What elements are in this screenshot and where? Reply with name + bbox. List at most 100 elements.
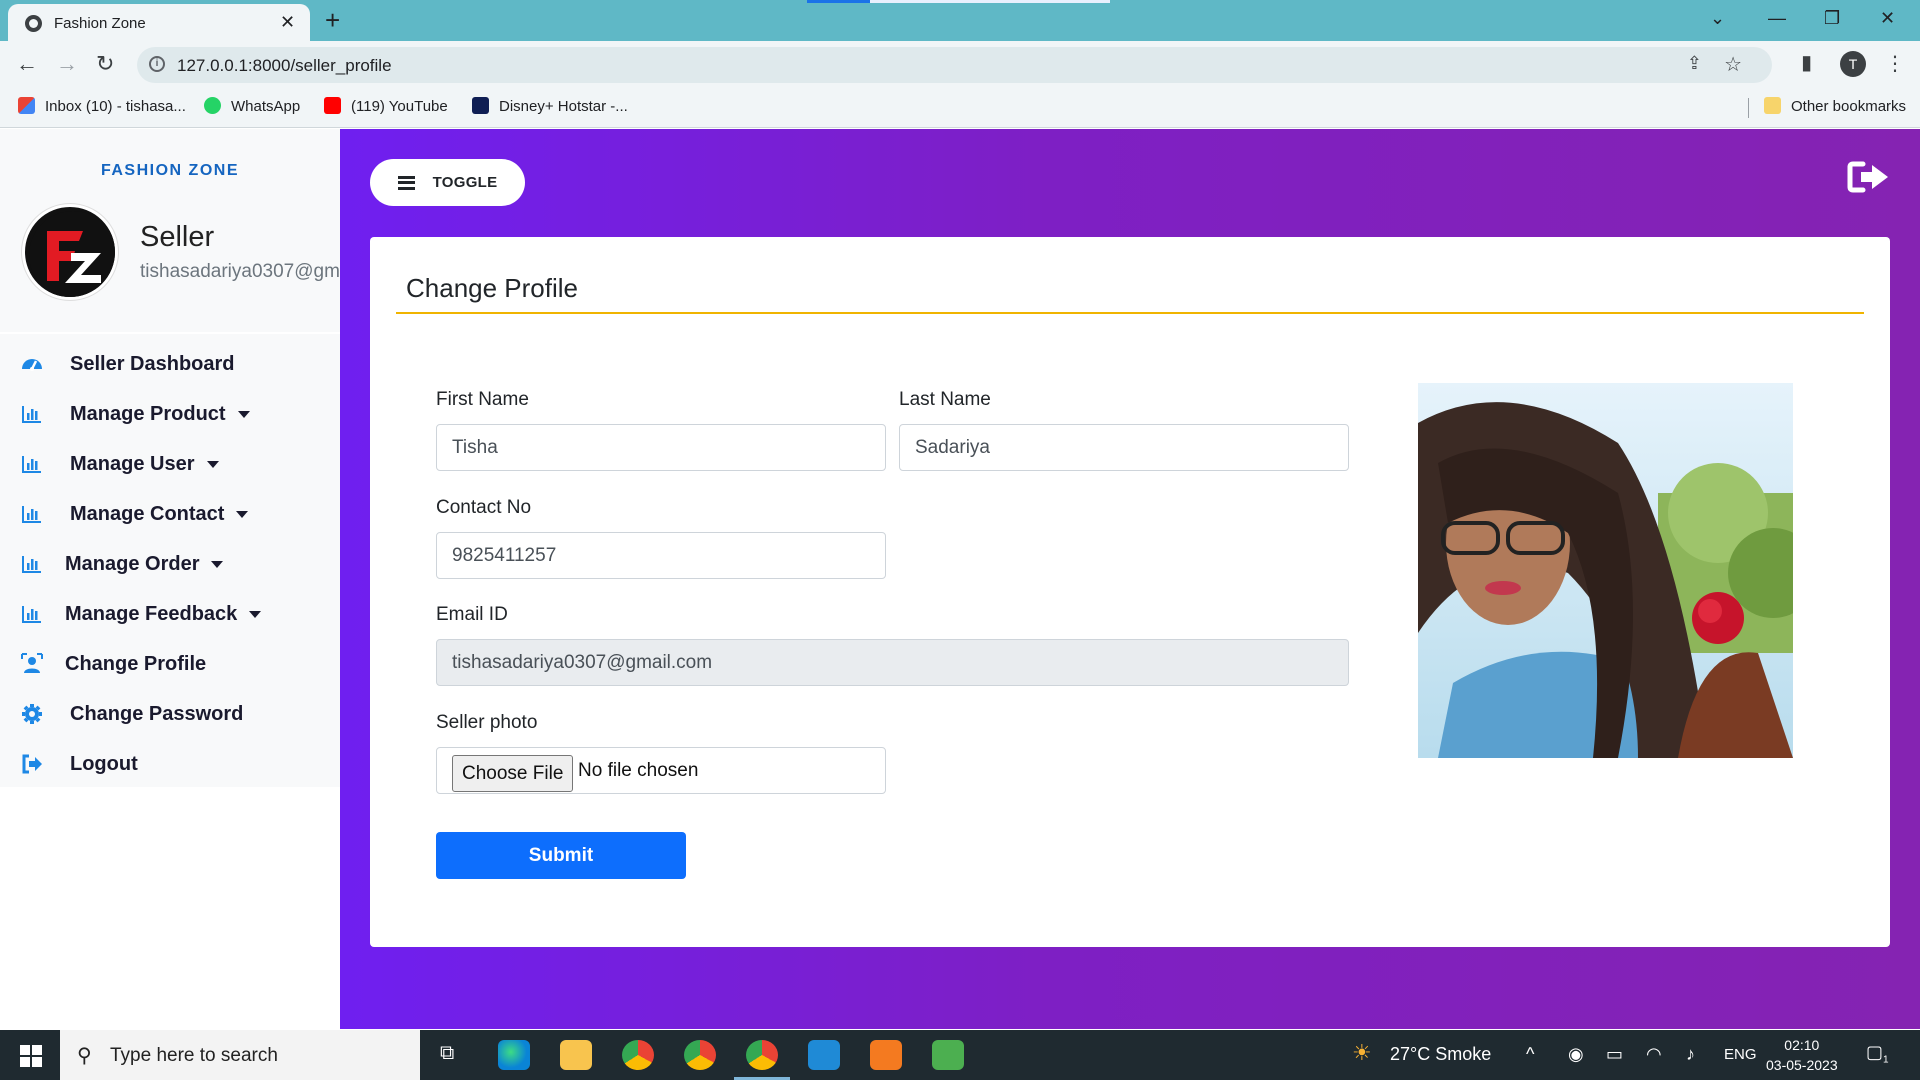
volume-icon[interactable]: ♪ xyxy=(1686,1044,1695,1065)
photo-label: Seller photo xyxy=(436,712,538,733)
file-status: No file chosen xyxy=(578,760,699,781)
site-info-icon[interactable]: i xyxy=(149,56,165,72)
loading-indicator xyxy=(807,0,870,3)
star-icon[interactable]: ☆ xyxy=(1724,52,1742,77)
caret-down-icon xyxy=(249,610,262,618)
tab-search-icon[interactable]: ⌄ xyxy=(1710,8,1725,29)
sidebar-item-label: Manage Contact xyxy=(70,502,225,525)
bookmarks-divider xyxy=(1748,98,1749,118)
chrome-icon[interactable] xyxy=(622,1040,654,1070)
close-window-icon[interactable]: ✕ xyxy=(1880,8,1895,29)
hotstar-icon xyxy=(472,97,489,114)
battery-icon[interactable]: ▭ xyxy=(1606,1044,1623,1065)
first-name-input[interactable]: Tisha xyxy=(436,424,886,471)
bookmark-gmail[interactable]: Inbox (10) - tishasa... xyxy=(18,97,186,115)
meet-now-icon[interactable]: ◉ xyxy=(1568,1044,1584,1065)
language-indicator[interactable]: ENG xyxy=(1724,1046,1757,1063)
back-arrow-icon[interactable]: ← xyxy=(16,51,38,77)
forward-arrow-icon[interactable]: → xyxy=(56,51,78,77)
bookmark-youtube[interactable]: (119) YouTube xyxy=(324,97,448,115)
last-name-input[interactable]: Sadariya xyxy=(899,424,1349,471)
clock-time: 02:10 xyxy=(1784,1037,1820,1053)
sidebar-item-label: Manage User xyxy=(70,452,195,475)
taskbar-clock[interactable]: 02:10 03-05-2023 xyxy=(1766,1035,1838,1075)
tab-title: Fashion Zone xyxy=(54,15,146,32)
sidebar-item-label: Logout xyxy=(70,752,138,775)
hamburger-icon xyxy=(397,175,415,190)
toggle-sidebar-button[interactable]: TOGGLE xyxy=(370,159,525,206)
email-label: Email ID xyxy=(436,604,508,625)
file-explorer-icon[interactable] xyxy=(560,1040,592,1070)
new-tab-button[interactable]: + xyxy=(325,5,340,36)
task-view-icon[interactable]: ⧉ xyxy=(440,1042,454,1065)
search-placeholder: Type here to search xyxy=(110,1045,278,1066)
chrome-icon[interactable] xyxy=(746,1040,778,1070)
xampp-icon[interactable] xyxy=(870,1040,902,1070)
sidebar-item-manage-order[interactable]: Manage Order xyxy=(20,548,224,580)
sidebar-item-label: Change Profile xyxy=(65,652,207,675)
address-bar[interactable]: i 127.0.0.1:8000/seller_profile ⇪ ☆ xyxy=(137,47,1772,83)
other-bookmarks[interactable]: Other bookmarks xyxy=(1764,97,1906,115)
caret-down-icon xyxy=(236,510,249,518)
bookmark-hotstar[interactable]: Disney+ Hotstar -... xyxy=(472,97,628,115)
profile-avatar[interactable]: T xyxy=(1840,51,1866,77)
sidebar-item-change-profile[interactable]: Change Profile xyxy=(20,648,206,680)
sidebar-item-manage-user[interactable]: Manage User xyxy=(20,448,219,480)
windows-start-icon[interactable] xyxy=(20,1045,42,1067)
sidebar-item-change-password[interactable]: Change Password xyxy=(20,698,243,730)
sidebar-item-logout[interactable]: Logout xyxy=(20,748,138,780)
seller-email: tishasadariya0307@gmail.com xyxy=(140,261,365,282)
brand-title[interactable]: FASHION ZONE xyxy=(0,162,340,180)
sidebar-item-manage-contact[interactable]: Manage Contact xyxy=(20,498,249,530)
dashboard-icon xyxy=(22,359,42,371)
gear-icon xyxy=(22,704,42,724)
sidebar-divider xyxy=(0,332,340,334)
first-name-label: First Name xyxy=(436,389,529,410)
bookmark-whatsapp[interactable]: WhatsApp xyxy=(204,97,300,115)
sidebar-item-manage-product[interactable]: Manage Product xyxy=(20,398,250,430)
sidebar-item-label: Seller Dashboard xyxy=(70,352,235,375)
wifi-icon[interactable]: ◠ xyxy=(1646,1044,1662,1065)
tab-close-icon[interactable]: ✕ xyxy=(280,12,295,33)
email-value: tishasadariya0307@gmail.com xyxy=(452,651,713,673)
contact-label: Contact No xyxy=(436,497,532,518)
restore-icon[interactable]: ❐ xyxy=(1824,8,1840,29)
edge-icon[interactable] xyxy=(498,1040,530,1070)
user-icon xyxy=(21,653,43,673)
notification-icon[interactable]: ▢1 xyxy=(1866,1042,1889,1066)
sidebar-item-seller-dashboard[interactable]: Seller Dashboard xyxy=(20,348,235,380)
bar-chart-icon xyxy=(22,406,41,423)
first-name-value: Tisha xyxy=(452,436,498,458)
url-text[interactable]: 127.0.0.1:8000/seller_profile xyxy=(177,56,392,76)
sign-out-icon[interactable] xyxy=(1847,160,1890,194)
main-content: TOGGLE Change Profile First Name Tisha L… xyxy=(340,129,1920,1029)
browser-tab[interactable]: Fashion Zone ✕ xyxy=(8,4,310,41)
folder-icon xyxy=(1764,97,1781,114)
weather-text[interactable]: 27°C Smoke xyxy=(1390,1044,1491,1065)
minimize-icon[interactable]: — xyxy=(1768,8,1786,29)
bar-chart-icon xyxy=(22,456,41,473)
search-icon: ⚲ xyxy=(77,1045,92,1067)
notepad-icon[interactable] xyxy=(932,1040,964,1070)
share-icon[interactable]: ⇪ xyxy=(1687,53,1702,74)
taskbar-search-box[interactable]: ⚲ Type here to search xyxy=(60,1030,420,1080)
photo-file-input[interactable]: Choose File No file chosen xyxy=(436,747,886,794)
bookmarks-bar: Inbox (10) - tishasa... WhatsApp (119) Y… xyxy=(0,88,1920,128)
sidebar-item-manage-feedback[interactable]: Manage Feedback xyxy=(20,598,262,630)
choose-file-button[interactable]: Choose File xyxy=(452,755,574,792)
sign-out-icon xyxy=(22,754,42,774)
side-panel-icon[interactable]: ▮ xyxy=(1801,50,1812,75)
reload-icon[interactable]: ↻ xyxy=(96,51,114,77)
contact-value: 9825411257 xyxy=(452,544,557,566)
kebab-menu-icon[interactable]: ⋮ xyxy=(1885,51,1905,76)
submit-button[interactable]: Submit xyxy=(436,832,686,879)
clock-date: 03-05-2023 xyxy=(1766,1057,1838,1073)
caret-down-icon xyxy=(206,460,219,468)
vscode-icon[interactable] xyxy=(808,1040,840,1070)
chevron-up-icon[interactable]: ^ xyxy=(1526,1044,1534,1065)
card-title: Change Profile xyxy=(406,273,578,303)
bar-chart-icon xyxy=(22,506,41,523)
contact-input[interactable]: 9825411257 xyxy=(436,532,886,579)
page: FASHION ZONE Seller tishasadariya0307@gm… xyxy=(0,129,1920,1029)
chrome-icon[interactable] xyxy=(684,1040,716,1070)
